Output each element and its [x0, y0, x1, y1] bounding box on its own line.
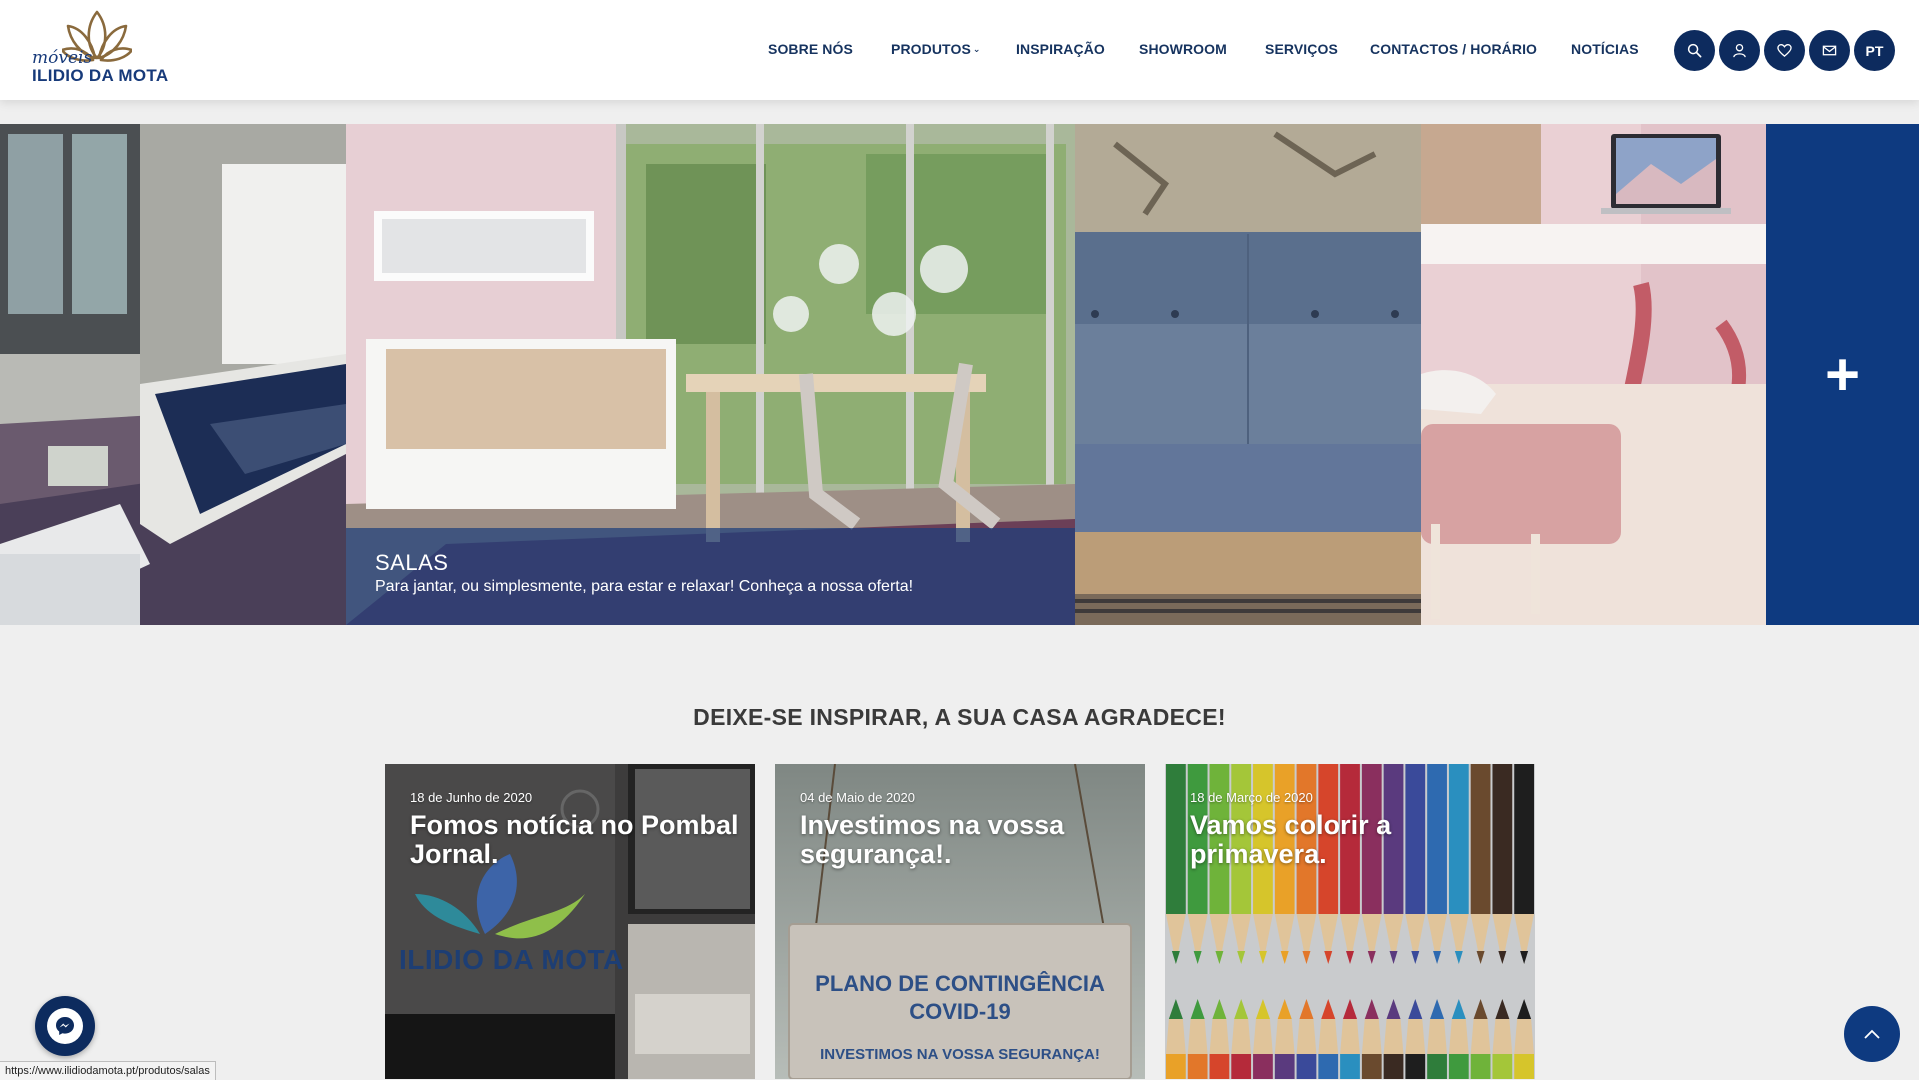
news-card[interactable]: 18 de Março de 2020 Vamos colorir a prim… [1165, 764, 1535, 1079]
heart-icon [1777, 44, 1792, 57]
back-to-top-button[interactable] [1844, 1006, 1900, 1062]
caption-text: Para jantar, ou simplesmente, para estar… [375, 578, 914, 595]
nav-noticias[interactable]: NOTÍCIAS [1571, 41, 1639, 57]
main-nav: SOBRE NÓS PRODUTOS ⌄ INSPIRAÇÃO SHOWROOM … [0, 41, 1919, 61]
pink-desk-image [1421, 124, 1766, 625]
brand-name: ILIDIO DA MOTA [32, 66, 169, 85]
category-panel-escritorio[interactable] [1421, 124, 1766, 625]
nav-contactos-horario[interactable]: CONTACTOS / HORÁRIO [1370, 41, 1537, 57]
salas-caption: SALAS Para jantar, ou simplesmente, para… [346, 528, 1075, 625]
wishlist-button[interactable] [1764, 30, 1805, 71]
status-bar-url: https://www.ilidiodamota.pt/produtos/sal… [0, 1061, 216, 1080]
account-button[interactable] [1719, 30, 1760, 71]
caption-title: SALAS [375, 550, 449, 575]
plus-icon: + [1824, 340, 1861, 408]
bedroom-image [0, 124, 346, 625]
sign-heading: PLANO DE CONTINGÊNCIA COVID-19 [775, 970, 1145, 1026]
sign-subheading: INVESTIMOS NA VOSSA SEGURANÇA! [820, 1046, 1100, 1063]
mail-icon [1822, 45, 1837, 56]
sign-line-2: COVID-19 [909, 999, 1011, 1024]
card-title: Investimos na vossa segurança!. [800, 810, 1065, 869]
nav-inspiracao[interactable]: INSPIRAÇÃO [1016, 41, 1105, 57]
contact-mail-button[interactable] [1809, 30, 1850, 71]
brand-wordmark: ILIDIO DA MOTA [399, 944, 624, 975]
category-panel-sofas[interactable] [1075, 124, 1421, 625]
news-card[interactable]: PLANO DE CONTINGÊNCIA COVID-19 INVESTIMOS… [775, 764, 1145, 1079]
language-selector[interactable]: PT [1854, 30, 1895, 71]
more-categories-button[interactable]: + [1766, 124, 1919, 625]
card-title: Vamos colorir a primavera. [1190, 810, 1392, 869]
site-header: móveis ILIDIO DA MOTA SOBRE NÓS PRODUTOS… [0, 0, 1919, 100]
nav-servicos[interactable]: SERVIÇOS [1265, 41, 1338, 57]
card-date: 18 de Junho de 2020 [410, 790, 533, 805]
nav-showroom[interactable]: SHOWROOM [1139, 41, 1227, 57]
card-title: Fomos notícia no Pombal Jornal. [410, 810, 739, 869]
inspiration-heading: DEIXE-SE INSPIRAR, A SUA CASA AGRADECE! [693, 704, 1226, 730]
sign-line-1: PLANO DE CONTINGÊNCIA [815, 971, 1105, 996]
category-panel-salas[interactable]: SALAS Para jantar, ou simplesmente, para… [346, 124, 1075, 625]
category-panel-quartos[interactable] [0, 124, 346, 625]
card-date: 04 de Maio de 2020 [800, 790, 915, 805]
card-date: 18 de Março de 2020 [1190, 790, 1313, 805]
nav-produtos-label: PRODUTOS [891, 41, 971, 57]
chevron-up-icon [1864, 1029, 1880, 1039]
messenger-chat-button[interactable] [35, 996, 95, 1056]
nav-produtos[interactable]: PRODUTOS ⌄ [891, 41, 981, 57]
search-button[interactable] [1674, 30, 1715, 71]
sofa-image [1075, 124, 1421, 625]
messenger-icon [47, 1008, 83, 1044]
search-icon [1687, 43, 1702, 58]
news-card[interactable]: ILIDIO DA MOTA 18 de Junho de 2020 Fomos… [385, 764, 755, 1079]
user-icon [1733, 43, 1746, 58]
product-category-strip: SALAS Para jantar, ou simplesmente, para… [0, 124, 1919, 625]
chevron-down-icon: ⌄ [972, 44, 981, 54]
nav-sobre-nos[interactable]: SOBRE NÓS [768, 41, 853, 57]
